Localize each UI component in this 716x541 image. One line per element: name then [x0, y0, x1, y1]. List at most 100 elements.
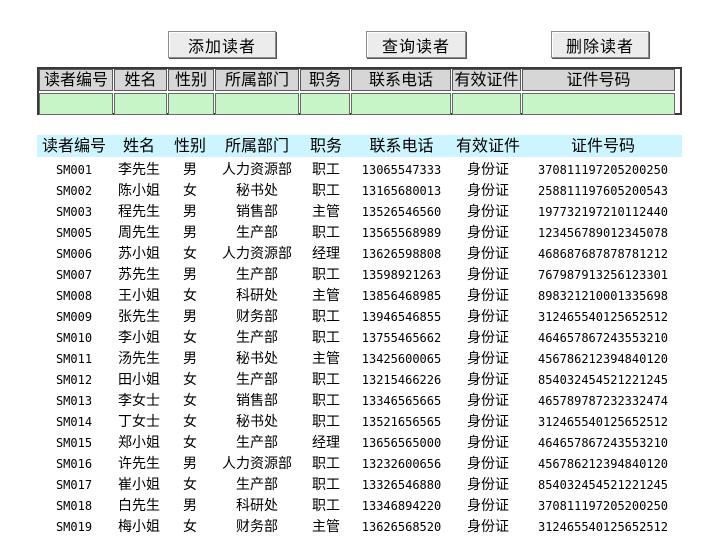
table-row[interactable]: SM001 李先生 男 人力资源部 职工 13065547333 身份证 3708111972…	[37, 160, 682, 181]
cell-position: 职工	[312, 309, 340, 325]
table-row[interactable]: SM010 李小姐 女 生产部 职工 13755465662 身份证 464657867243…	[37, 328, 682, 349]
cell-phone: 13656565000	[361, 436, 442, 450]
table-row[interactable]: SM018 白先生 男 科研处 职工 13346894220 身份证 370811197205…	[37, 496, 682, 517]
cell-phone: 13346894220	[361, 499, 442, 513]
cell-id-type: 身份证	[467, 435, 509, 451]
delete-reader-button[interactable]: 删除读者	[551, 31, 649, 58]
cell-position: 职工	[312, 183, 340, 199]
cell-name: 陈小姐	[118, 183, 160, 199]
department-input[interactable]	[215, 93, 299, 115]
table-row[interactable]: SM016 许先生 男 人力资源部 职工 13232600656 身份证 4567862123…	[37, 454, 682, 475]
cell-gender: 女	[183, 435, 197, 451]
cell-id-type: 身份证	[467, 162, 509, 178]
position-input[interactable]	[300, 93, 350, 115]
list-header-position: 职务	[309, 136, 342, 155]
table-row[interactable]: SM009 张先生 男 财务部 职工 13946546855 身份证 312465540125…	[37, 307, 682, 328]
cell-department: 生产部	[236, 435, 278, 451]
cell-name: 苏小姐	[118, 246, 160, 262]
cell-position: 职工	[312, 372, 340, 388]
table-row[interactable]: SM011 汤先生 男 秘书处 主管 13425600065 身份证 456786212394…	[37, 349, 682, 370]
cell-id-number: 456786212394840120	[537, 457, 669, 471]
cell-id-number: 312465540125652512	[537, 520, 669, 534]
cell-id-number: 854032454521221245	[537, 373, 669, 387]
cell-reader-id: SM013	[55, 394, 93, 408]
reader-id-input[interactable]	[39, 93, 113, 115]
cell-id-number: 465789787232332474	[537, 394, 669, 408]
name-input[interactable]	[114, 93, 167, 115]
cell-position: 主管	[312, 288, 340, 304]
cell-phone: 13326546880	[361, 478, 442, 492]
cell-name: 郑小姐	[118, 435, 160, 451]
cell-phone: 13856468985	[361, 289, 442, 303]
table-row[interactable]: SM006 苏小姐 女 人力资源部 经理 13626598808 身份证 4686876878…	[37, 244, 682, 265]
cell-position: 职工	[312, 330, 340, 346]
entry-header-name: 姓名	[114, 69, 167, 91]
cell-position: 职工	[312, 456, 340, 472]
reader-list: SM001 李先生男人力资源部 职工 13065547333 身份证 3708111972…	[37, 160, 682, 538]
cell-department: 人力资源部	[222, 246, 292, 262]
table-row[interactable]: SM017 崔小姐 女 生产部 职工 13326546880 身份证 854032454521…	[37, 475, 682, 496]
cell-name: 白先生	[118, 498, 160, 514]
cell-gender: 男	[183, 267, 197, 283]
add-reader-button[interactable]: 添加读者	[168, 31, 276, 58]
cell-name: 田小姐	[118, 372, 160, 388]
table-row[interactable]: SM002 陈小姐 女 秘书处 职工 13165680013 身份证 258811197605…	[37, 181, 682, 202]
cell-gender: 女	[183, 246, 197, 262]
cell-position: 经理	[312, 246, 340, 262]
cell-gender: 女	[183, 372, 197, 388]
cell-phone: 13626598808	[361, 247, 442, 261]
cell-id-number: 898321210001335698	[537, 289, 669, 303]
cell-department: 生产部	[236, 225, 278, 241]
table-row[interactable]: SM013 李女士 女 销售部 职工 13346565665 身份证 465789787232…	[37, 391, 682, 412]
cell-name: 苏先生	[118, 267, 160, 283]
list-header-department: 所属部门	[224, 136, 289, 155]
cell-name: 张先生	[118, 309, 160, 325]
query-reader-button[interactable]: 查询读者	[366, 31, 466, 58]
cell-position: 职工	[312, 498, 340, 514]
table-row[interactable]: SM003 程先生 男 销售部 主管 13526546560 身份证 197732197210…	[37, 202, 682, 223]
cell-id-number: 464657867243553210	[537, 331, 669, 345]
cell-gender: 男	[183, 351, 197, 367]
cell-id-number: 767987913256123301	[537, 268, 669, 282]
cell-reader-id: SM003	[55, 205, 93, 219]
cell-id-type: 身份证	[467, 267, 509, 283]
table-row[interactable]: SM019 梅小姐 女 财务部 主管 13626568520 身份证 312465540125…	[37, 517, 682, 538]
cell-phone: 13232600656	[361, 457, 442, 471]
cell-department: 人力资源部	[222, 162, 292, 178]
phone-input[interactable]	[351, 93, 451, 115]
cell-id-type: 身份证	[467, 225, 509, 241]
table-row[interactable]: SM008 王小姐 女 科研处 主管 13856468985 身份证 898321210001…	[37, 286, 682, 307]
cell-phone: 13165680013	[361, 184, 442, 198]
cell-phone: 13065547333	[361, 163, 442, 177]
table-row[interactable]: SM015 郑小姐 女 生产部 经理 13656565000 身份证 464657867243…	[37, 433, 682, 454]
table-row[interactable]: SM007 苏先生 男 生产部 职工 13598921263 身份证 767987913256…	[37, 265, 682, 286]
list-header: 读者编号 姓名 性别 所属部门 职务 联系电话 有效证件 证件号码	[37, 135, 682, 157]
list-header-name: 姓名	[122, 136, 155, 155]
cell-name: 李女士	[118, 393, 160, 409]
entry-header-id-number: 证件号码	[522, 69, 675, 91]
cell-position: 职工	[312, 393, 340, 409]
cell-department: 秘书处	[236, 183, 278, 199]
cell-department: 生产部	[236, 267, 278, 283]
entry-header-gender: 性别	[168, 69, 214, 91]
cell-gender: 男	[183, 498, 197, 514]
gender-input[interactable]	[168, 93, 214, 115]
cell-reader-id: SM011	[55, 352, 93, 366]
id-number-input[interactable]	[522, 93, 675, 115]
cell-department: 生产部	[236, 330, 278, 346]
cell-id-number: 312465540125652512	[537, 415, 669, 429]
cell-id-type: 身份证	[467, 330, 509, 346]
cell-gender: 男	[183, 309, 197, 325]
cell-gender: 女	[183, 183, 197, 199]
table-row[interactable]: SM005 周先生 男 生产部 职工 13565568989 身份证 123456789012…	[37, 223, 682, 244]
cell-reader-id: SM014	[55, 415, 93, 429]
id-type-input[interactable]	[452, 93, 521, 115]
cell-id-number: 197732197210112440	[537, 205, 669, 219]
cell-id-type: 身份证	[467, 309, 509, 325]
table-row[interactable]: SM012 田小姐 女 生产部 职工 13215466226 身份证 854032454521…	[37, 370, 682, 391]
cell-position: 主管	[312, 351, 340, 367]
table-row[interactable]: SM014 丁女士 女 秘书处 职工 13521656565 身份证 312465540125…	[37, 412, 682, 433]
cell-gender: 女	[183, 330, 197, 346]
cell-position: 经理	[312, 435, 340, 451]
cell-phone: 13598921263	[361, 268, 442, 282]
